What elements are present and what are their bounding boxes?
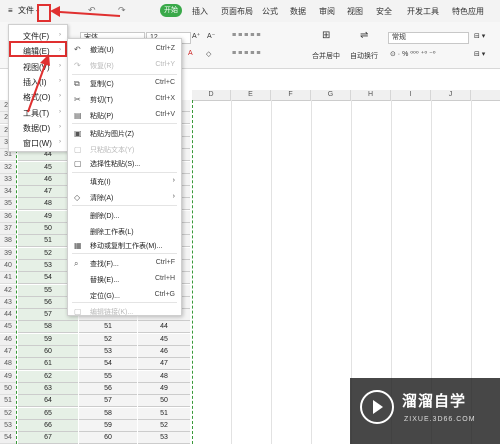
menu-item-shortcut: Ctrl+Z <box>155 45 175 52</box>
menu-item-shortcut: › <box>172 193 175 200</box>
menu-item-shortcut: Ctrl+Y <box>155 61 175 68</box>
edit-menu-item[interactable]: ▣ 粘贴为图片(Z) <box>68 127 181 141</box>
menu-item-label: 清除(A) <box>90 195 114 202</box>
menu-item-label: 编辑链接(K)... <box>90 309 134 316</box>
menu-item-icon: ↷ <box>74 61 81 70</box>
menu-item-label: 查找(F)... <box>90 261 119 268</box>
menu-item-shortcut: Ctrl+C <box>154 79 175 86</box>
menu-item-label: 选择性粘贴(S)... <box>90 161 141 168</box>
menu-item-icon: ▣ <box>74 129 82 138</box>
menu-item-icon: ✂ <box>74 95 81 104</box>
menu-item-label: 只粘贴文本(Y) <box>90 147 135 154</box>
menu-item-shortcut: Ctrl+F <box>155 259 175 266</box>
edit-menu-item[interactable]: ⌕ 查找(F)... Ctrl+F <box>68 257 181 271</box>
edit-menu-item: ↷ 恢复(R) Ctrl+Y <box>68 59 181 73</box>
menu-item-label: 撤消(U) <box>90 47 114 54</box>
edit-menu-item[interactable]: 删除工作表(L) <box>68 225 181 239</box>
menu-separator <box>72 172 177 173</box>
menu-item-label: 移动或复制工作表(M)... <box>90 243 163 250</box>
menu-item-label: 删除工作表(L) <box>90 229 134 236</box>
menu-separator <box>72 74 177 75</box>
menu-item-icon: ▦ <box>74 241 82 250</box>
menu-item-icon: ▢ <box>74 145 82 154</box>
play-logo-icon <box>360 390 394 424</box>
edit-menu-item[interactable]: ⧉ 复制(C) Ctrl+C <box>68 77 181 91</box>
menu-item-label: 粘贴(P) <box>90 113 114 120</box>
menu-item-shortcut: › <box>172 177 175 184</box>
menu-separator <box>72 123 177 124</box>
menu-item-icon: ▢ <box>74 159 82 168</box>
edit-menu-item[interactable]: 替换(E)... Ctrl+H <box>68 273 181 287</box>
menu-item-label: 剪切(T) <box>90 97 113 104</box>
edit-menu-item: ▢ 编辑链接(K)... <box>68 305 181 319</box>
edit-menu-item[interactable]: ▢ 选择性粘贴(S)... <box>68 157 181 171</box>
edit-menu-item[interactable]: ▦ 移动或复制工作表(M)... <box>68 239 181 253</box>
watermark: 溜溜自学 ZIXUE.3D66.COM <box>350 378 500 444</box>
menu-item-icon: ⌕ <box>74 259 79 268</box>
edit-menu-item[interactable]: ↶ 撤消(U) Ctrl+Z <box>68 43 181 57</box>
menu-item-shortcut: Ctrl+V <box>155 111 175 118</box>
menu-item-label: 删除(D)... <box>90 213 120 220</box>
menu-separator <box>72 253 177 254</box>
edit-menu-item[interactable]: ◇ 清除(A) › <box>68 191 181 205</box>
menu-item-shortcut: Ctrl+G <box>154 291 175 298</box>
menu-item-icon: ↶ <box>74 45 81 54</box>
menu-item-label: 替换(E)... <box>90 277 120 284</box>
edit-menu-item: ▢ 只粘贴文本(Y) <box>68 143 181 157</box>
menu-item-shortcut: Ctrl+X <box>155 95 175 102</box>
menu-item-label: 粘贴为图片(Z) <box>90 131 134 138</box>
menu-item-icon: ◇ <box>74 193 81 202</box>
edit-menu-item[interactable]: ▤ 粘贴(P) Ctrl+V <box>68 109 181 123</box>
menu-item-label: 填充(I) <box>90 179 111 186</box>
menu-item-label: 定位(G)... <box>90 293 120 300</box>
edit-menu-item[interactable]: 删除(D)... <box>68 209 181 223</box>
menu-separator <box>72 205 177 206</box>
edit-menu-item[interactable]: ✂ 剪切(T) Ctrl+X <box>68 93 181 107</box>
edit-menu-item[interactable]: 定位(G)... Ctrl+G <box>68 289 181 303</box>
menu-item-shortcut: Ctrl+H <box>154 275 175 282</box>
menu-item-icon: ⧉ <box>74 79 80 88</box>
menu-item-icon: ▢ <box>74 307 82 316</box>
menu-item-label: 恢复(R) <box>90 63 114 70</box>
edit-menu-item[interactable]: 填充(I) › <box>68 175 181 189</box>
edit-submenu: ↶ 撤消(U) Ctrl+Z ↷ 恢复(R) Ctrl+Y ⧉ 复制(C) Ctrl+C ✂ 剪切(… <box>67 38 182 316</box>
menu-item-label: 复制(C) <box>90 81 114 88</box>
watermark-title: 溜溜自学 <box>402 393 467 410</box>
watermark-url: ZIXUE.3D66.COM <box>404 416 476 423</box>
menu-item-icon: ▤ <box>74 111 82 120</box>
